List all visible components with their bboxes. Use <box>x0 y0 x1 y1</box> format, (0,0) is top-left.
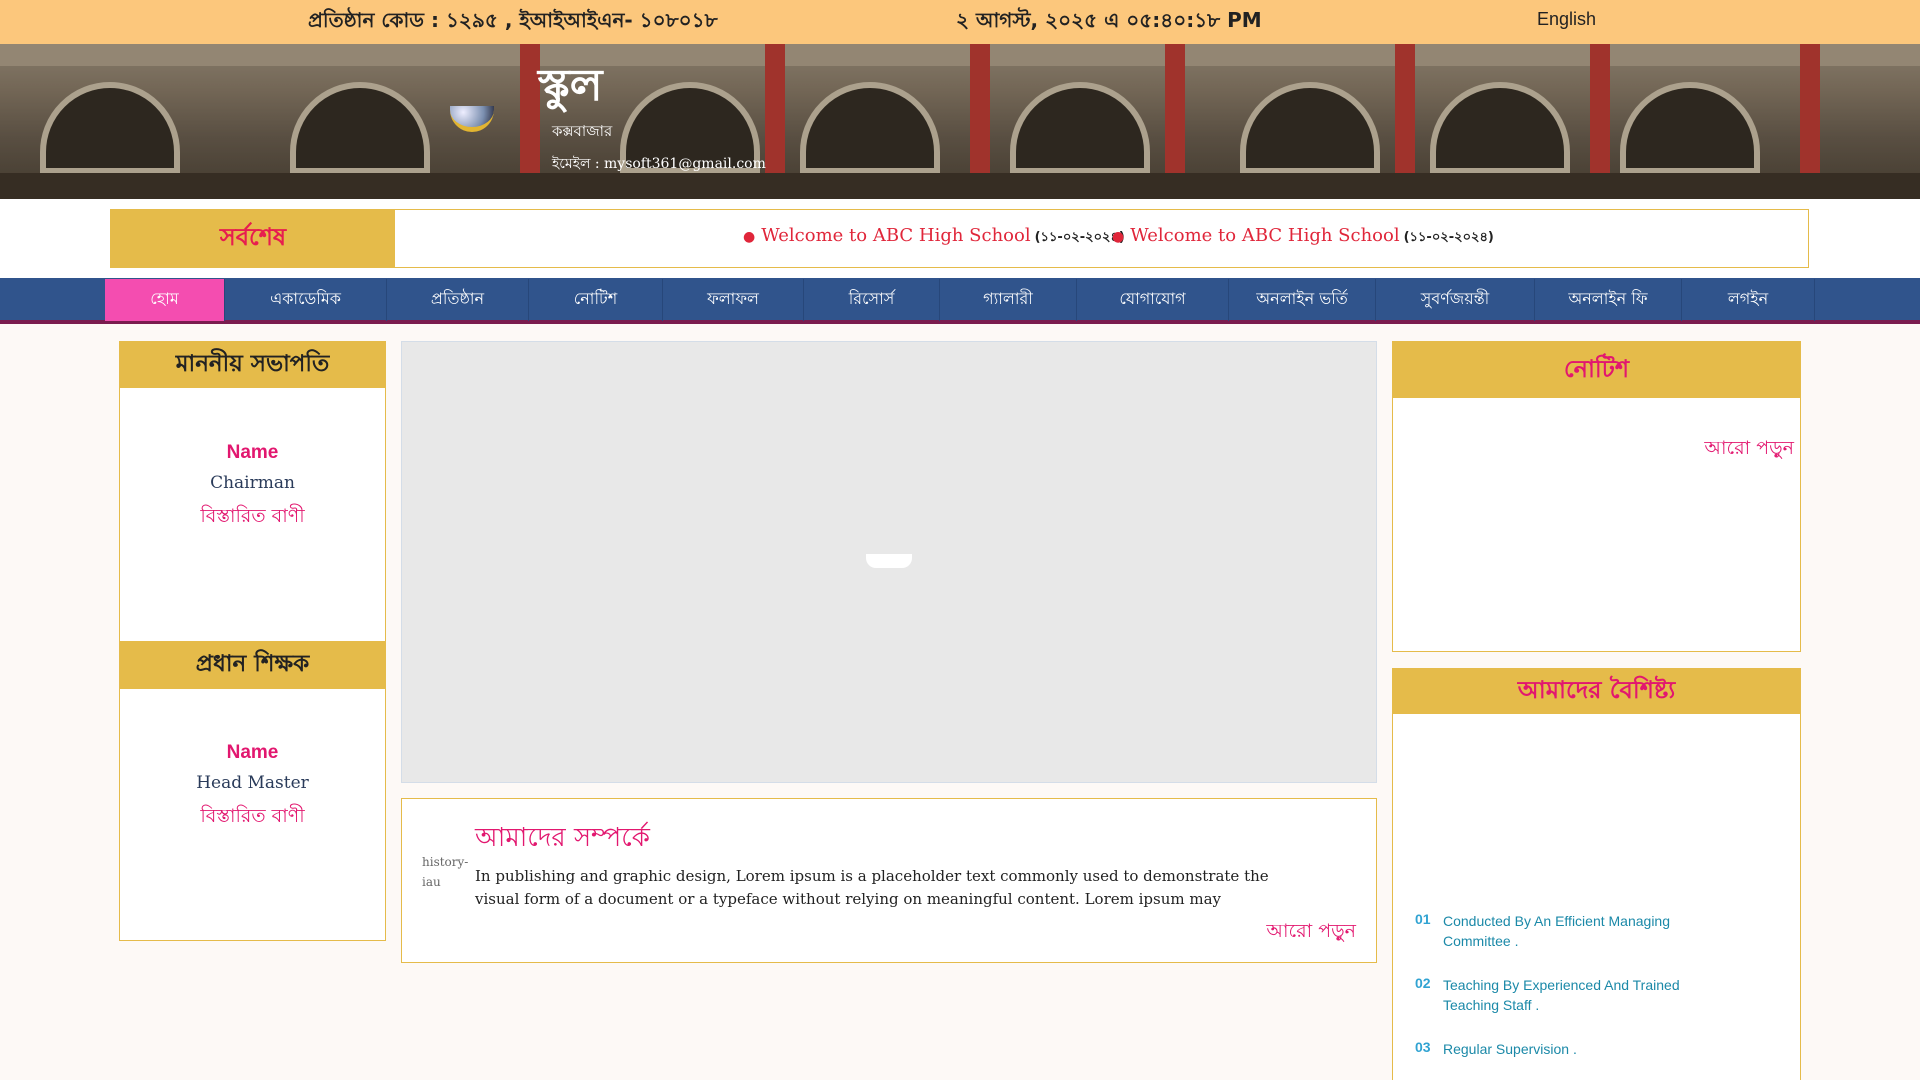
about-title: আমাদের সম্পর্কে <box>475 823 650 853</box>
feature-number: 03 <box>1415 1039 1431 1055</box>
notice-read-more-link[interactable]: আরো পড়ুন <box>1704 434 1794 466</box>
slider-indicator[interactable] <box>866 554 912 568</box>
image-slider[interactable] <box>401 341 1377 783</box>
feature-text[interactable]: Regular Supervision . <box>1443 1039 1703 1059</box>
nav-item-online-admission[interactable]: অনলাইন ভর্তি <box>1229 279 1376 321</box>
headmaster-heading: প্রধান শিক্ষক <box>120 641 385 689</box>
ticker-item[interactable]: ● Welcome to ABC High School (১১-০২-২০২৪) <box>743 225 1125 249</box>
nav-item-academic[interactable]: একাডেমিক <box>225 279 387 321</box>
nav-item-notice[interactable]: নোটিশ <box>529 279 663 321</box>
leaders-panel: মাননীয় সভাপতি Name Chairman বিস্তারিত ব… <box>119 341 386 941</box>
nav-item-login[interactable]: লগইন <box>1682 279 1815 321</box>
nav-item-contact[interactable]: যোগাযোগ <box>1077 279 1229 321</box>
about-section: history-iau আমাদের সম্পর্কে In publishin… <box>401 798 1377 963</box>
banner-overlay <box>0 44 1920 199</box>
chairman-heading: মাননীয় সভাপতি <box>120 342 385 388</box>
chairman-details-link[interactable]: বিস্তারিত বাণী <box>120 502 385 534</box>
about-read-more-link[interactable]: আরো পড়ুন <box>1266 917 1356 949</box>
chairman-name: Name <box>226 442 279 463</box>
nav-item-online-fee[interactable]: অনলাইন ফি <box>1535 279 1682 321</box>
nav-item-golden-jubilee[interactable]: সুবর্ণজয়ন্তী <box>1376 279 1535 321</box>
header-banner: স্কুল কক্সবাজার ইমেইল : mysoft361@gmail.… <box>0 44 1920 199</box>
about-image: history-iau <box>422 855 469 889</box>
ticker-item[interactable]: ● Welcome to ABC High School (১১-০২-২০২৪) <box>1112 225 1494 249</box>
headmaster-name: Name <box>226 742 279 763</box>
headmaster-details-link[interactable]: বিস্তারিত বাণী <box>120 802 385 834</box>
nav-item-gallery[interactable]: গ্যালারী <box>940 279 1077 321</box>
school-location: কক্সবাজার <box>552 122 613 140</box>
feature-text[interactable]: Conducted By An Efficient Managing Commi… <box>1443 911 1703 951</box>
headmaster-role: Head Master <box>196 773 309 793</box>
main-nav: হোম একাডেমিক প্রতিষ্ঠান নোটিশ ফলাফল রিসো… <box>0 278 1920 324</box>
features-heading: আমাদের বৈশিষ্ট্য <box>1393 669 1800 714</box>
nav-item-home[interactable]: হোম <box>105 279 225 321</box>
notice-panel: নোটিশ আরো পড়ুন <box>1392 341 1801 652</box>
chairman-role: Chairman <box>210 473 295 493</box>
news-ticker: সর্বশেষ ● Welcome to ABC High School (১১-০… <box>110 209 1809 268</box>
nav-item-result[interactable]: ফলাফল <box>663 279 804 321</box>
ticker-item-date: (১১-০২-২০২৪) <box>1403 230 1494 245</box>
about-text: In publishing and graphic design, Lorem … <box>475 867 1269 908</box>
current-datetime: ২ আগস্ট, ২০২৫ এ ০৫:৪০:১৮ PM <box>956 8 1262 32</box>
school-name: স্কুল <box>538 60 603 111</box>
bullet-icon: ● <box>1112 229 1125 245</box>
top-info-bar: প্রতিষ্ঠান কোড : ১২৯৫ , ইআইআইএন- ১০৮০১৮ … <box>0 0 1920 44</box>
nav-item-institution[interactable]: প্রতিষ্ঠান <box>387 279 529 321</box>
school-email: ইমেইল : mysoft361@gmail.com <box>552 156 766 172</box>
notice-heading: নোটিশ <box>1393 342 1800 398</box>
ticker-item-text: Welcome to ABC High School <box>1130 225 1400 246</box>
feature-number: 01 <box>1415 911 1431 927</box>
language-toggle-link[interactable]: English <box>1537 9 1596 30</box>
institution-code: প্রতিষ্ঠান কোড : ১২৯৫ , ইআইআইএন- ১০৮০১৮ <box>308 8 718 32</box>
ticker-label: সর্বশেষ <box>111 210 395 267</box>
nav-item-resource[interactable]: রিসোর্স <box>804 279 940 321</box>
features-panel: আমাদের বৈশিষ্ট্য 01 Conducted By An Effi… <box>1392 668 1801 1080</box>
ticker-item-text: Welcome to ABC High School <box>761 225 1031 246</box>
bullet-icon: ● <box>743 229 756 245</box>
feature-number: 02 <box>1415 975 1431 991</box>
feature-text[interactable]: Teaching By Experienced And Trained Teac… <box>1443 975 1703 1015</box>
